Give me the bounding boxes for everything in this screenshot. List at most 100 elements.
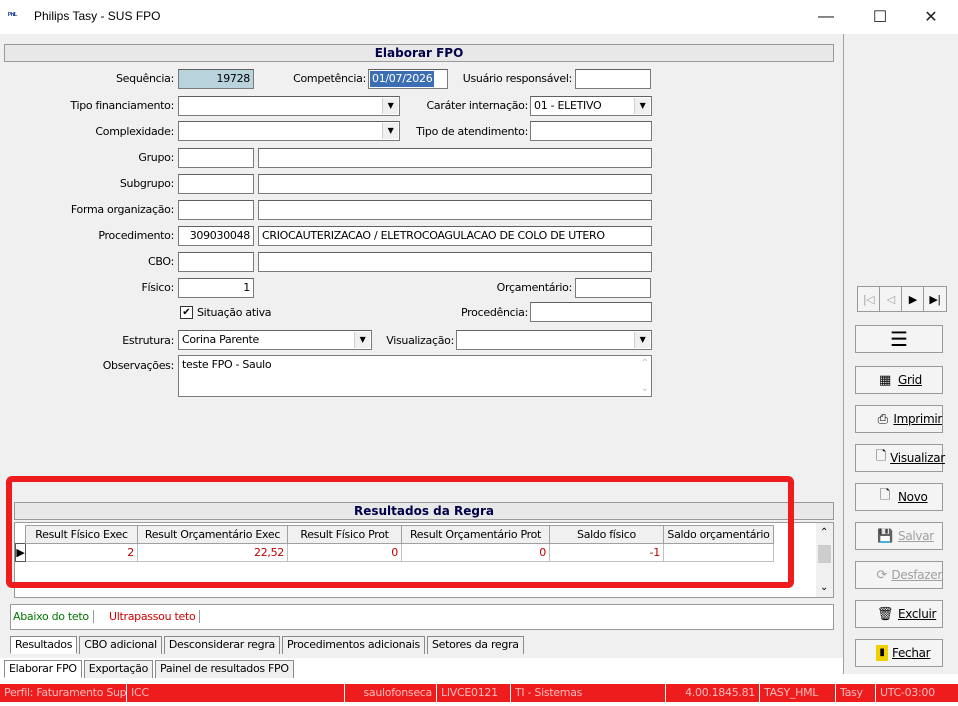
cbo-desc-field[interactable] (258, 252, 652, 272)
novo-label: Novo (898, 490, 928, 504)
tab-resultados[interactable]: Resultados (10, 636, 78, 654)
grupo-desc-field[interactable] (258, 148, 652, 168)
estrutura-value: Corina Parente (182, 333, 259, 346)
next-record-button[interactable]: ▶ (901, 286, 925, 312)
status-version: 4.00.1845.81 (666, 684, 760, 702)
procedimento-code-field[interactable]: 309030048 (178, 226, 254, 246)
philips-logo-icon: ᴾʰᴵᴸ (8, 11, 17, 20)
forma-desc-field[interactable] (258, 200, 652, 220)
chevron-down-icon[interactable]: ▼ (382, 123, 398, 139)
fisico-field[interactable]: 1 (178, 278, 254, 298)
tipo-atendimento-field[interactable] (530, 121, 652, 141)
status-app: Tasy (836, 684, 876, 702)
imprimir-label: Imprimir (893, 412, 942, 426)
scroll-up-icon[interactable]: ⌃ (641, 358, 649, 369)
procedimento-label: Procedimento: (98, 229, 174, 242)
menu-button[interactable]: ☰ (855, 325, 943, 353)
tipo-financiamento-select[interactable]: ▼ (178, 96, 400, 116)
minimize-button[interactable]: — (803, 4, 849, 30)
outer-tab-bar: Elaborar FPO Exportação Painel de result… (4, 660, 296, 678)
scroll-up-icon[interactable]: ⌃ (820, 527, 828, 538)
trash-icon: 🗑 (876, 606, 894, 622)
status-computer: LIVCE0121 (437, 684, 511, 702)
status-establishment: ICC (127, 684, 345, 702)
printer-icon: ⎙ (877, 411, 888, 427)
competencia-field[interactable]: 01/07/2026 (368, 69, 448, 89)
cbo-code-field[interactable] (178, 252, 254, 272)
usuario-label: Usuário responsável: (462, 72, 573, 85)
observacoes-value: teste FPO - Saulo (182, 358, 272, 371)
situacao-ativa-label: Situação ativa (197, 306, 272, 319)
complexidade-select[interactable]: ▼ (178, 121, 400, 141)
tab-procedimentos-adicionais[interactable]: Procedimentos adicionais (282, 636, 425, 654)
procedencia-label: Procedência: (461, 306, 528, 319)
subgrupo-desc-field[interactable] (258, 174, 652, 194)
excluir-label: Excluir (898, 607, 937, 621)
procedencia-field[interactable] (530, 302, 652, 322)
tab-exportacao[interactable]: Exportação (83, 660, 154, 678)
exit-door-icon: ▮ (876, 645, 888, 661)
maximize-button[interactable]: ☐ (857, 4, 903, 30)
desfazer-button[interactable]: ⟳ Desfazer (855, 561, 943, 589)
legend-below-ceiling: Abaixo do teto (13, 610, 94, 623)
scroll-down-icon[interactable]: ⌄ (641, 383, 649, 394)
status-database: TASY_HML (760, 684, 836, 702)
fechar-label: Fechar (892, 646, 931, 660)
carater-label: Caráter internação: (426, 99, 529, 112)
orcamentario-field[interactable] (575, 278, 651, 298)
tab-setores-regra[interactable]: Setores da regra (426, 636, 524, 654)
subgrupo-code-field[interactable] (178, 174, 254, 194)
form-header: Elaborar FPO (4, 44, 834, 62)
sequencia-field[interactable]: 19728 (178, 69, 254, 89)
visualizacao-select[interactable]: ▼ (456, 330, 652, 350)
window-title: Philips Tasy - SUS FPO (34, 9, 161, 23)
chevron-down-icon[interactable]: ▼ (382, 98, 398, 114)
grid-icon: ▦ (879, 372, 891, 388)
status-timezone: UTC-03:00 (880, 686, 935, 699)
chevron-down-icon[interactable]: ▼ (634, 98, 650, 114)
save-icon: 💾 (877, 528, 893, 544)
competencia-label: Competência: (293, 72, 366, 85)
status-user: saulofonseca (345, 684, 437, 702)
last-record-button[interactable]: ▶| (923, 286, 947, 312)
tab-desconsiderar-regra[interactable]: Desconsiderar regra (163, 636, 280, 654)
competencia-value: 01/07/2026 (370, 71, 435, 87)
carater-select[interactable]: 01 - ELETIVO ▼ (530, 96, 652, 116)
forma-organizacao-label: Forma organização: (70, 203, 174, 216)
first-record-button[interactable]: |◁ (857, 286, 881, 312)
chevron-down-icon[interactable]: ▼ (634, 332, 650, 348)
observacoes-label: Observações: (102, 359, 175, 372)
tab-elaborar-fpo[interactable]: Elaborar FPO (4, 660, 82, 678)
orcamentario-label: Orçamentário: (496, 281, 573, 294)
scrollbar-thumb[interactable] (818, 545, 831, 563)
status-department: TI - Sistemas (511, 684, 666, 702)
grupo-code-field[interactable] (178, 148, 254, 168)
previous-record-button[interactable]: ◁ (879, 286, 903, 312)
procedimento-desc-field[interactable]: CRIOCAUTERIZACAO / ELETROCOAGULACAO DE C… (258, 226, 652, 246)
legend-above-ceiling: Ultrapassou teto (109, 610, 201, 623)
close-button[interactable]: ✕ (908, 4, 954, 30)
visualizar-label: Visualizar (890, 451, 945, 465)
novo-button[interactable]: 🗋 Novo (855, 483, 943, 511)
chevron-down-icon[interactable]: ▼ (354, 332, 370, 348)
excluir-button[interactable]: 🗑 Excluir (855, 600, 943, 628)
observacoes-textarea[interactable]: teste FPO - Saulo ⌃ ⌄ (178, 355, 652, 397)
fechar-button[interactable]: ▮ Fechar (855, 639, 943, 667)
salvar-label: Salvar (898, 529, 934, 543)
usuario-field[interactable] (575, 69, 651, 89)
legend-panel: Abaixo do teto Ultrapassou teto (10, 604, 834, 630)
complexidade-label: Complexidade: (95, 125, 174, 138)
situacao-ativa-checkbox[interactable]: ✔ (180, 306, 193, 319)
visualizar-button[interactable]: 🗋 Visualizar (855, 444, 945, 472)
cbo-label: CBO: (147, 255, 174, 268)
tab-cbo-adicional[interactable]: CBO adicional (79, 636, 162, 654)
imprimir-button[interactable]: ⎙ Imprimir (855, 405, 943, 433)
grid-button[interactable]: ▦ Grid (855, 366, 943, 394)
results-scrollbar[interactable]: ⌃ ⌄ (816, 523, 833, 597)
estrutura-select[interactable]: Corina Parente ▼ (178, 330, 372, 350)
salvar-button[interactable]: 💾 Salvar (855, 522, 943, 550)
forma-code-field[interactable] (178, 200, 254, 220)
grupo-label: Grupo: (138, 151, 174, 164)
scroll-down-icon[interactable]: ⌄ (820, 582, 828, 593)
tab-painel-resultados[interactable]: Painel de resultados FPO (155, 660, 294, 678)
